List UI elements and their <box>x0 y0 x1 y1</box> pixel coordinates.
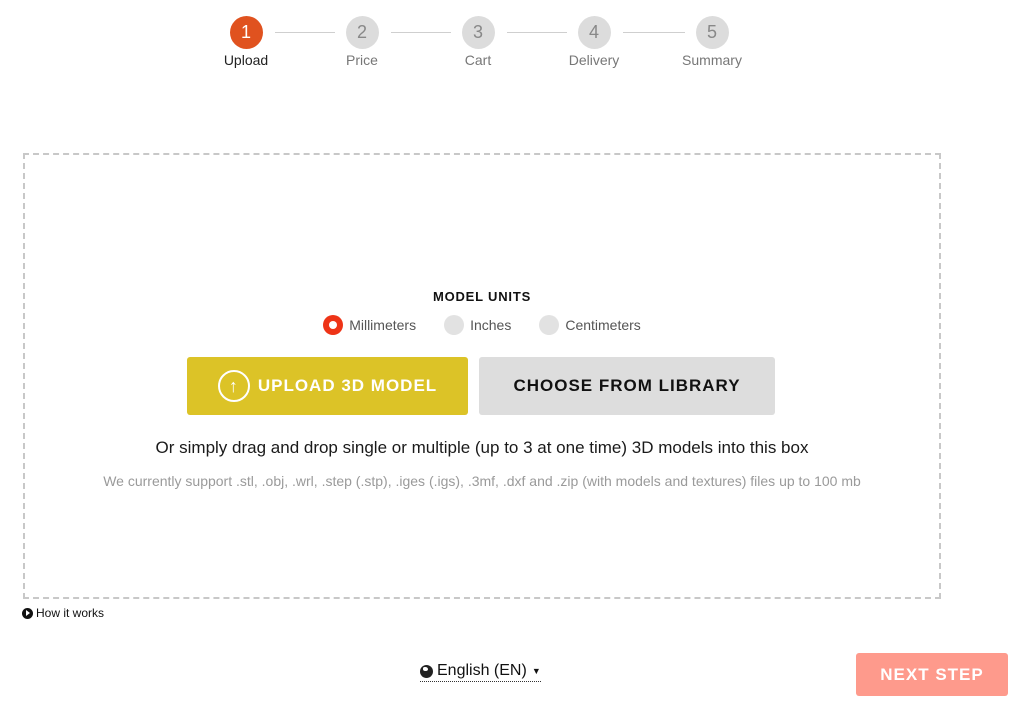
upload-button-label: UPLOAD 3D MODEL <box>257 376 438 395</box>
step-label: Summary <box>682 52 742 68</box>
unit-option-centimeters[interactable]: Centimeters <box>539 315 641 335</box>
unit-label: Inches <box>470 317 512 333</box>
next-step-button[interactable]: NEXT STEP <box>856 653 1008 696</box>
step-number: 5 <box>695 16 729 49</box>
play-circle-icon <box>22 607 33 619</box>
radio-button[interactable] <box>444 315 465 335</box>
upload-3d-model-button[interactable]: ↑ UPLOAD 3D MODEL <box>187 357 468 415</box>
step-delivery[interactable]: 4 Delivery <box>549 16 639 68</box>
radio-button[interactable] <box>323 315 344 335</box>
step-number: 4 <box>577 16 611 49</box>
choose-from-library-button[interactable]: CHOOSE FROM LIBRARY <box>479 357 775 415</box>
how-it-works-label: How it works <box>36 606 105 620</box>
how-it-works-link[interactable]: How it works <box>22 606 104 620</box>
unit-option-inches[interactable]: Inches <box>444 315 511 335</box>
supported-formats-text: We currently support .stl, .obj, .wrl, .… <box>103 473 861 489</box>
progress-stepper: 1 Upload 2 Price 3 Cart 4 Delivery 5 Sum… <box>0 16 1024 76</box>
radio-button[interactable] <box>539 315 560 335</box>
caret-down-icon: ▼ <box>531 666 541 676</box>
step-upload[interactable]: 1 Upload <box>201 16 291 68</box>
step-label: Upload <box>223 52 269 68</box>
drag-drop-instructions: Or simply drag and drop single or multip… <box>155 438 809 457</box>
model-units-title: MODEL UNITS <box>432 289 532 304</box>
language-label: English (EN) <box>437 662 527 679</box>
unit-option-millimeters[interactable]: Millimeters <box>323 315 416 335</box>
step-number: 3 <box>461 16 495 49</box>
step-price[interactable]: 2 Price <box>317 16 407 68</box>
step-cart[interactable]: 3 Cart <box>433 16 523 68</box>
upload-arrow-icon: ↑ <box>217 370 250 402</box>
step-label: Price <box>346 52 378 68</box>
unit-label: Centimeters <box>565 317 641 333</box>
unit-label: Millimeters <box>349 317 417 333</box>
step-number: 1 <box>229 16 263 49</box>
upload-actions: ↑ UPLOAD 3D MODEL CHOOSE FROM LIBRARY <box>25 357 939 415</box>
language-selector[interactable]: English (EN) ▼ <box>420 662 541 682</box>
upload-dropzone[interactable]: MODEL UNITS Millimeters Inches Centimete… <box>23 153 941 599</box>
step-summary[interactable]: 5 Summary <box>667 16 757 68</box>
step-label: Delivery <box>568 52 620 68</box>
step-label: Cart <box>464 52 492 68</box>
step-number: 2 <box>345 16 379 49</box>
model-units-radio-group: Millimeters Inches Centimeters <box>25 315 939 335</box>
globe-icon <box>420 664 433 678</box>
